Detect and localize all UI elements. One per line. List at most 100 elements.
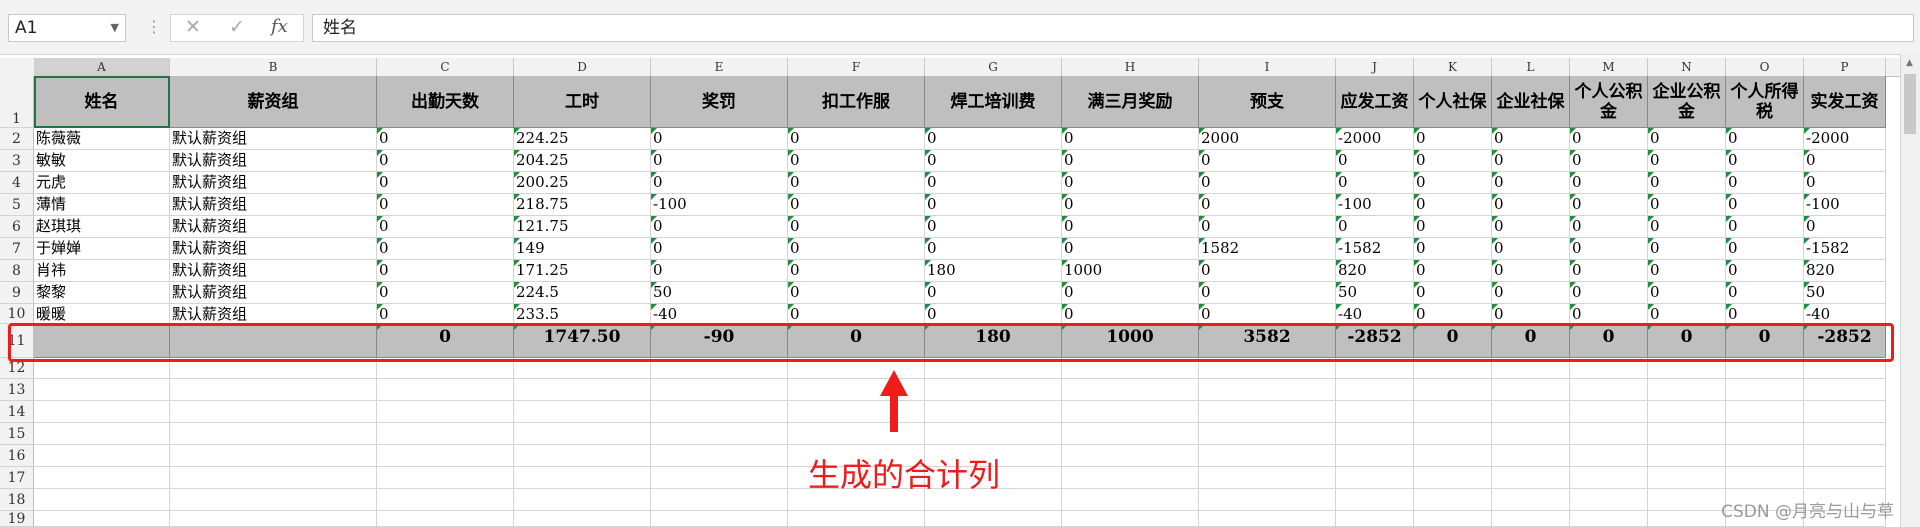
header-cell-p[interactable]: 实发工资 [1804, 76, 1886, 128]
empty-cell[interactable] [651, 489, 788, 511]
data-cell[interactable]: 0 [1570, 172, 1648, 194]
data-cell[interactable]: 149 [514, 238, 651, 260]
data-cell[interactable]: 0 [1336, 172, 1414, 194]
empty-cell[interactable] [651, 423, 788, 445]
column-header-i[interactable]: I [1199, 58, 1336, 76]
column-header-d[interactable]: D [514, 58, 651, 76]
empty-cell[interactable] [1199, 467, 1336, 489]
header-cell-f[interactable]: 扣工作服 [788, 76, 925, 128]
data-cell[interactable]: 121.75 [514, 216, 651, 238]
data-cell[interactable]: 218.75 [514, 194, 651, 216]
data-cell[interactable]: 默认薪资组 [170, 304, 377, 324]
insert-function-icon[interactable]: fx [271, 16, 288, 37]
data-cell[interactable]: 陈薇薇 [34, 128, 170, 150]
data-cell[interactable]: 0 [1414, 216, 1492, 238]
data-cell[interactable]: 0 [1414, 282, 1492, 304]
empty-cell[interactable] [1726, 445, 1804, 467]
data-cell[interactable]: 0 [651, 260, 788, 282]
empty-cell[interactable] [34, 423, 170, 445]
empty-cell[interactable] [34, 467, 170, 489]
row-header-2[interactable]: 2 [0, 128, 34, 150]
data-cell[interactable]: 0 [1492, 238, 1570, 260]
empty-cell[interactable] [1648, 401, 1726, 423]
empty-cell[interactable] [1414, 445, 1492, 467]
empty-cell[interactable] [925, 511, 1062, 527]
data-cell[interactable]: 赵琪琪 [34, 216, 170, 238]
data-cell[interactable]: 0 [788, 282, 925, 304]
data-cell[interactable]: 0 [1492, 194, 1570, 216]
empty-cell[interactable] [514, 467, 651, 489]
data-cell[interactable]: 0 [1492, 282, 1570, 304]
data-cell[interactable]: 0 [1804, 216, 1886, 238]
data-cell[interactable]: 180 [925, 260, 1062, 282]
empty-cell[interactable] [1199, 445, 1336, 467]
header-cell-k[interactable]: 个人社保 [1414, 76, 1492, 128]
empty-cell[interactable] [1414, 423, 1492, 445]
data-cell[interactable]: 0 [1062, 128, 1199, 150]
row-header-16[interactable]: 16 [0, 445, 34, 467]
column-header-l[interactable]: L [1492, 58, 1570, 76]
data-cell[interactable]: 默认薪资组 [170, 128, 377, 150]
empty-cell[interactable] [1336, 489, 1414, 511]
empty-cell[interactable] [170, 467, 377, 489]
empty-cell[interactable] [1414, 511, 1492, 527]
data-cell[interactable]: 0 [1570, 282, 1648, 304]
data-cell[interactable]: 0 [925, 172, 1062, 194]
data-cell[interactable]: -100 [651, 194, 788, 216]
data-cell[interactable]: 0 [1414, 260, 1492, 282]
data-cell[interactable]: 0 [1804, 150, 1886, 172]
data-cell[interactable]: 0 [1570, 304, 1648, 324]
empty-cell[interactable] [651, 379, 788, 401]
empty-cell[interactable] [514, 511, 651, 527]
row-header-8[interactable]: 8 [0, 260, 34, 282]
empty-cell[interactable] [1726, 379, 1804, 401]
empty-cell[interactable] [1648, 379, 1726, 401]
data-cell[interactable]: 0 [925, 282, 1062, 304]
data-cell[interactable]: 0 [1199, 304, 1336, 324]
row-header-10[interactable]: 10 [0, 304, 34, 324]
empty-cell[interactable] [1062, 401, 1199, 423]
data-cell[interactable]: 0 [1726, 282, 1804, 304]
data-cell[interactable]: 0 [1199, 172, 1336, 194]
column-header-h[interactable]: H [1062, 58, 1199, 76]
empty-cell[interactable] [1492, 467, 1570, 489]
empty-cell[interactable] [377, 511, 514, 527]
data-cell[interactable]: 0 [1199, 150, 1336, 172]
row-header-13[interactable]: 13 [0, 379, 34, 401]
empty-cell[interactable] [1336, 401, 1414, 423]
empty-cell[interactable] [1062, 489, 1199, 511]
empty-cell[interactable] [1804, 401, 1886, 423]
data-cell[interactable]: 0 [925, 216, 1062, 238]
data-cell[interactable]: 0 [925, 194, 1062, 216]
empty-cell[interactable] [1804, 423, 1886, 445]
data-cell[interactable]: 0 [788, 194, 925, 216]
data-cell[interactable]: 0 [788, 172, 925, 194]
data-cell[interactable]: 0 [1414, 128, 1492, 150]
empty-cell[interactable] [1570, 423, 1648, 445]
empty-cell[interactable] [1492, 445, 1570, 467]
data-cell[interactable]: 0 [377, 194, 514, 216]
empty-cell[interactable] [1492, 423, 1570, 445]
data-cell[interactable]: -100 [1336, 194, 1414, 216]
data-cell[interactable]: 233.5 [514, 304, 651, 324]
data-cell[interactable]: 0 [788, 260, 925, 282]
empty-cell[interactable] [651, 401, 788, 423]
empty-cell[interactable] [1804, 467, 1886, 489]
empty-cell[interactable] [1199, 401, 1336, 423]
data-cell[interactable]: 0 [1062, 238, 1199, 260]
empty-cell[interactable] [1336, 445, 1414, 467]
data-cell[interactable]: 0 [1199, 216, 1336, 238]
data-cell[interactable]: 0 [788, 216, 925, 238]
header-cell-e[interactable]: 奖罚 [651, 76, 788, 128]
data-cell[interactable]: 50 [1336, 282, 1414, 304]
data-cell[interactable]: 0 [1726, 216, 1804, 238]
row-header-18[interactable]: 18 [0, 489, 34, 511]
data-cell[interactable]: -2000 [1804, 128, 1886, 150]
column-header-a[interactable]: A [34, 58, 170, 76]
header-cell-c[interactable]: 出勤天数 [377, 76, 514, 128]
empty-cell[interactable] [1570, 511, 1648, 527]
header-cell-o[interactable]: 个人所得税 [1726, 76, 1804, 128]
formula-input[interactable]: 姓名 [312, 14, 1914, 42]
data-cell[interactable]: 0 [1648, 172, 1726, 194]
empty-cell[interactable] [1570, 445, 1648, 467]
